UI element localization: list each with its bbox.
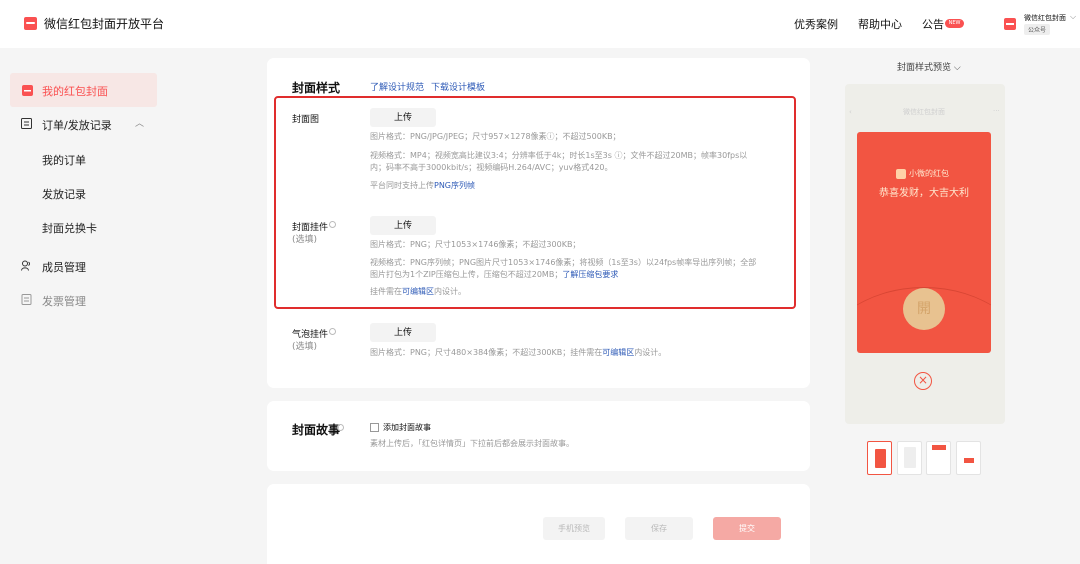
section-title-cover-style: 封面样式 — [292, 81, 341, 95]
cover-pendant-upload-button[interactable]: 上传 — [370, 216, 436, 235]
cover-pendant-optional: (选填) — [292, 235, 318, 245]
png-sequence-prefix: 平台同时支持上传 — [370, 181, 434, 190]
preview-thumbnail-detail[interactable] — [926, 441, 951, 475]
editable-area-link[interactable]: 可编辑区 — [402, 287, 434, 296]
bubble-pendant-upload-button[interactable]: 上传 — [370, 323, 436, 342]
sender-name: 小微的红包 — [909, 169, 949, 178]
account-type-tag: 公众号 — [1024, 24, 1051, 35]
sidebar-group-orders[interactable]: 订单/发放记录 — [42, 117, 112, 133]
invoice-icon — [21, 294, 32, 305]
sender-avatar — [896, 169, 906, 179]
preview-toggle[interactable]: 封面样式预览 ⌵ — [897, 60, 961, 73]
editable-area-link[interactable]: 可编辑区 — [602, 348, 634, 357]
cover-story-card — [267, 401, 810, 471]
add-story-checkbox[interactable] — [370, 423, 379, 432]
thumbnail-envelope — [875, 449, 886, 468]
mobile-preview-button[interactable]: 手机预览 — [543, 517, 605, 540]
sidebar-item-label[interactable]: 我的红包封面 — [42, 83, 108, 99]
cover-image-upload-button[interactable]: 上传 — [370, 108, 436, 127]
chevron-down-icon[interactable]: ⌵ — [954, 63, 961, 73]
design-spec-link[interactable]: 了解设计规范 — [370, 80, 424, 93]
nav-announcements[interactable]: 公告 — [922, 16, 944, 32]
edit-note-suffix: 内设计。 — [434, 287, 466, 296]
add-story-label[interactable]: 添加封面故事 — [383, 422, 431, 433]
bubble-pendant-desc: 图片格式：PNG；尺寸480×384像素；不超过300KB；挂件需在可编辑区内设… — [370, 347, 780, 359]
sidebar-item-cover-cards[interactable]: 封面兑换卡 — [42, 220, 97, 236]
red-envelope-icon — [22, 85, 33, 96]
png-sequence-link[interactable]: PNG序列帧 — [434, 181, 475, 190]
app-logo-icon — [24, 17, 37, 30]
account-avatar[interactable] — [1004, 18, 1016, 30]
sidebar-item-invoices[interactable]: 发票管理 — [42, 293, 86, 309]
bubble-desc-prefix: 图片格式：PNG；尺寸480×384像素；不超过300KB；挂件需在 — [370, 348, 603, 357]
sidebar-item-members[interactable]: 成员管理 — [42, 259, 86, 275]
sidebar-item-issue-records[interactable]: 发放记录 — [42, 186, 86, 202]
edit-note-prefix: 挂件需在 — [370, 287, 402, 296]
cover-pendant-img-format: 图片格式：PNG；尺寸1053×1746像素；不超过300KB； — [370, 240, 581, 249]
chevron-down-icon[interactable]: ⌵ — [1070, 12, 1076, 22]
cover-image-video-format-line2: 内；码率不高于3000kbit/s；视频编码H.264/AVC；yuv格式420… — [370, 163, 613, 172]
account-name[interactable]: 微信红包封面 — [1024, 13, 1066, 23]
chevron-up-icon[interactable]: ︿ — [135, 116, 144, 129]
phone-header-title: 微信红包封面 — [903, 108, 945, 116]
nav-cases[interactable]: 优秀案例 — [794, 16, 838, 32]
cover-pendant-video-format-line2: 图片打包为1个ZIP压缩包上传，压缩包不超过20MB；了解压缩包要求 — [370, 269, 780, 281]
app-title: 微信红包封面开放平台 — [44, 17, 165, 31]
save-button[interactable]: 保存 — [625, 517, 693, 540]
submit-button[interactable]: 提交 — [713, 517, 781, 540]
top-bar: 微信红包封面开放平台 优秀案例 帮助中心 公告 NEW 微信红包封面 ⌵ 公众号 — [0, 0, 1080, 48]
red-envelope-preview: 小微的红包 恭喜发财，大吉大利 開 — [857, 132, 991, 353]
download-template-link[interactable]: 下载设计模板 — [431, 80, 485, 93]
open-button: 開 — [903, 288, 945, 330]
thumbnail-phone — [904, 447, 916, 468]
info-icon[interactable] — [329, 221, 336, 228]
sidebar-item-my-orders[interactable]: 我的订单 — [42, 152, 86, 168]
cover-image-label: 封面图 — [292, 115, 320, 125]
nav-help[interactable]: 帮助中心 — [858, 16, 902, 32]
cover-image-video-format-line1: 视频格式：MP4；视频宽高比建议3:4；分辨率低于4k；时长1s至3s ⓘ；文件… — [370, 151, 748, 160]
members-icon — [21, 260, 31, 271]
new-badge: NEW — [945, 19, 964, 28]
zip-requirements-link[interactable]: 了解压缩包要求 — [562, 270, 618, 279]
bubble-desc-suffix: 内设计。 — [634, 348, 667, 357]
cover-pendant-video-format-line1: 视频格式：PNG序列帧；PNG图片尺寸1053×1746像素；将视频（1s至3s… — [370, 258, 757, 267]
preview-thumbnail-chat[interactable] — [897, 441, 922, 475]
preview-thumbnail-story[interactable] — [956, 441, 981, 475]
document-list-icon — [21, 118, 32, 129]
png-sequence-note: 平台同时支持上传PNG序列帧 — [370, 180, 780, 192]
back-icon: ‹ — [849, 108, 852, 116]
cover-image-img-format: 图片格式：PNG/JPG/JPEG；尺寸957×1278像素ⓘ；不超过500KB… — [370, 132, 621, 141]
info-icon[interactable] — [337, 424, 344, 431]
cover-pendant-edit-note: 挂件需在可编辑区内设计。 — [370, 286, 780, 298]
close-icon[interactable]: × — [914, 372, 932, 390]
preview-thumbnail-cover[interactable] — [867, 441, 892, 475]
more-icon: ··· — [993, 107, 1000, 115]
story-desc: 素材上传后，「红包详情页」下拉前后都会展示封面故事。 — [370, 439, 574, 448]
wish-text: 恭喜发财，大吉大利 — [879, 188, 969, 199]
zip-note: 图片打包为1个ZIP压缩包上传，压缩包不超过20MB； — [370, 270, 563, 279]
section-title-cover-story: 封面故事 — [292, 423, 341, 437]
info-icon[interactable] — [329, 328, 336, 335]
thumbnail-header — [932, 445, 946, 450]
bubble-pendant-optional: (选填) — [292, 342, 318, 352]
preview-toggle-label[interactable]: 封面样式预览 — [897, 63, 951, 73]
thumbnail-mini-envelope — [964, 458, 974, 463]
